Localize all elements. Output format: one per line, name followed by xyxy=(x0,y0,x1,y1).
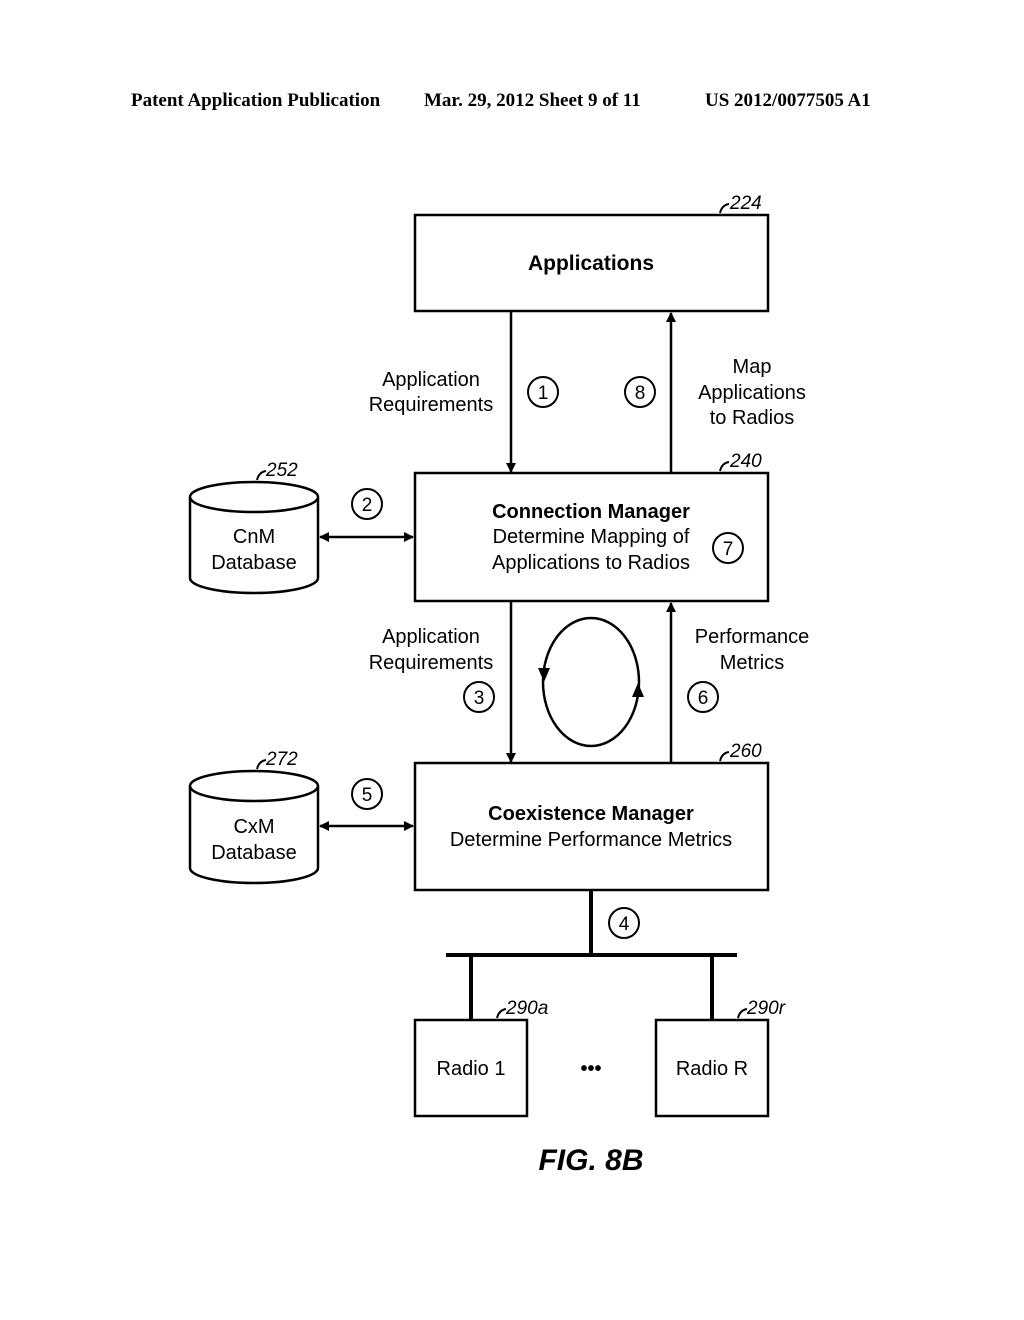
ref-272: 272 xyxy=(265,749,298,770)
label-app-req-mid-1: Application xyxy=(382,626,480,648)
connection-manager-line2: Applications to Radios xyxy=(492,552,690,574)
applications-title: Applications xyxy=(528,252,654,275)
label-map-apps-2: Applications xyxy=(698,382,806,404)
cxm-database-line2: Database xyxy=(211,842,297,864)
svg-text:6: 6 xyxy=(698,688,709,709)
radio-r-label: Radio R xyxy=(676,1058,748,1080)
step-4-badge: 4 xyxy=(608,907,640,939)
ref-leader xyxy=(719,461,730,472)
step-1-badge: 1 xyxy=(527,376,559,408)
ref-240: 240 xyxy=(729,451,762,472)
radio-1-block: Radio 1 290a xyxy=(413,998,548,1118)
cnm-database-line1: CnM xyxy=(233,526,275,548)
connection-manager-line1: Determine Mapping of xyxy=(493,526,690,548)
ref-leader xyxy=(256,759,267,770)
svg-text:3: 3 xyxy=(474,688,485,709)
cxm-database-line1: CxM xyxy=(233,816,274,838)
coexistence-manager-title: Coexistence Manager xyxy=(488,803,694,825)
step-3-badge: 3 xyxy=(463,681,495,713)
label-app-req-top-1: Application xyxy=(382,369,480,391)
ref-252: 252 xyxy=(265,460,298,481)
cnm-database: CnM Database 252 xyxy=(188,460,320,595)
cxm-database: CxM Database 272 xyxy=(188,749,320,885)
svg-text:4: 4 xyxy=(619,914,630,935)
label-perf-metrics-1: Performance xyxy=(695,626,810,648)
ref-leader xyxy=(719,751,730,762)
label-perf-metrics-2: Metrics xyxy=(720,652,784,674)
applications-block: Applications 224 xyxy=(413,193,770,313)
step-2-badge: 2 xyxy=(351,488,383,520)
ref-290a: 290a xyxy=(505,998,548,1019)
flow-diagram: Applications 224 Application Requirement… xyxy=(188,193,810,1177)
label-map-apps-3: to Radios xyxy=(710,407,795,429)
svg-text:2: 2 xyxy=(362,495,373,516)
radio-bus xyxy=(446,890,737,1020)
ref-leader xyxy=(737,1008,748,1019)
radio-r-block: Radio R 290r xyxy=(654,998,786,1118)
step-8-badge: 8 xyxy=(624,376,656,408)
cnm-database-line2: Database xyxy=(211,552,297,574)
radio-1-label: Radio 1 xyxy=(437,1058,506,1080)
ref-290r: 290r xyxy=(746,998,786,1019)
label-map-apps-1: Map xyxy=(733,356,772,378)
radios-ellipsis: ••• xyxy=(580,1058,601,1080)
coexistence-manager-line1: Determine Performance Metrics xyxy=(450,829,732,851)
svg-text:7: 7 xyxy=(723,539,734,560)
step-7-badge: 7 xyxy=(712,532,744,564)
step-6-badge: 6 xyxy=(687,681,719,713)
label-app-req-mid-2: Requirements xyxy=(369,652,494,674)
svg-text:1: 1 xyxy=(538,383,549,404)
ref-leader xyxy=(719,203,730,214)
svg-text:5: 5 xyxy=(362,785,373,806)
connection-manager-block: Connection Manager Determine Mapping of … xyxy=(413,451,770,603)
coexistence-manager-block: Coexistence Manager Determine Performanc… xyxy=(413,741,770,892)
ref-260: 260 xyxy=(729,741,762,762)
step-5-badge: 5 xyxy=(351,778,383,810)
figure-caption: FIG. 8B xyxy=(538,1144,643,1177)
label-app-req-top-2: Requirements xyxy=(369,394,494,416)
ref-224: 224 xyxy=(729,193,762,214)
ref-leader xyxy=(496,1008,507,1019)
ref-leader xyxy=(256,470,267,481)
iteration-loop-icon xyxy=(538,616,644,748)
connection-manager-title: Connection Manager xyxy=(492,501,690,523)
svg-text:8: 8 xyxy=(635,383,646,404)
